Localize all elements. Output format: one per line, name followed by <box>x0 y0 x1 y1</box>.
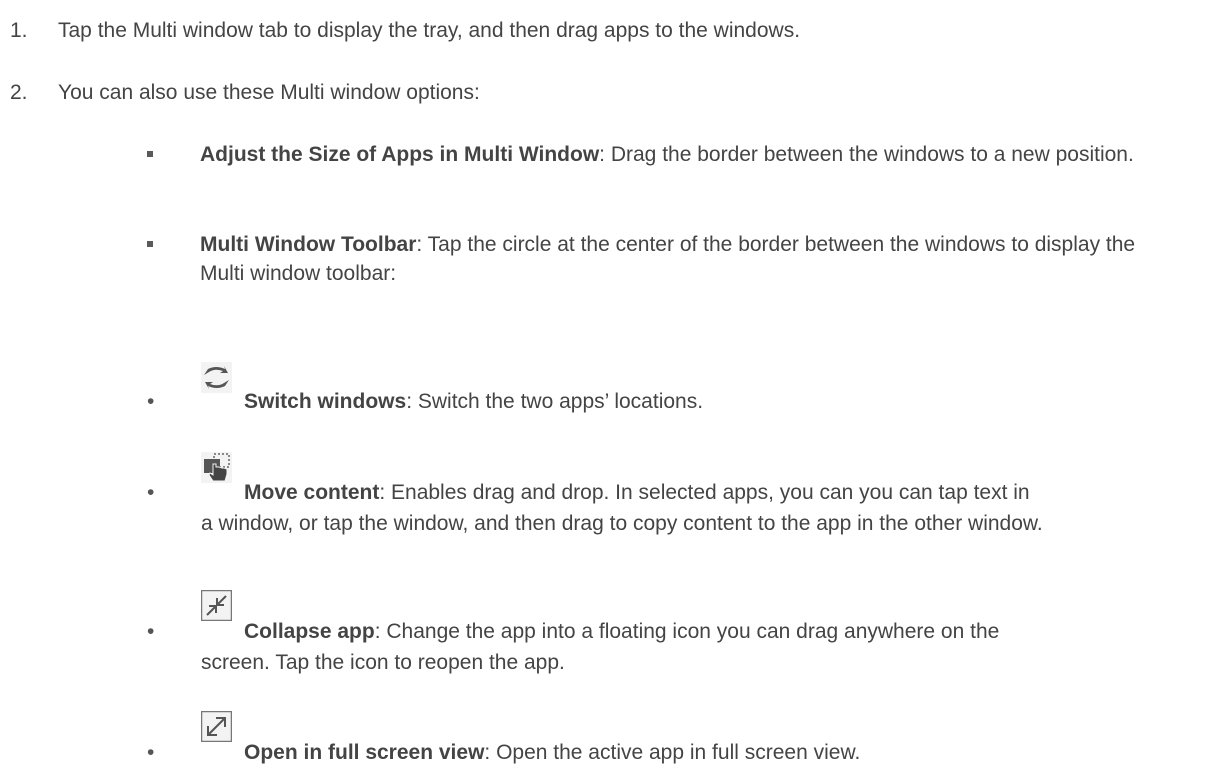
item-desc-continued: screen. Tap the icon to reopen the app. <box>201 651 565 674</box>
step-text: You can also use these Multi window opti… <box>58 81 480 104</box>
item-text: Switch windows: Switch the two apps’ loc… <box>244 387 1179 416</box>
item-text: Collapse app: Change the app into a floa… <box>244 617 1179 646</box>
item-desc: : Switch the two apps’ locations. <box>406 390 704 413</box>
item-title: Switch windows <box>244 390 407 413</box>
item-desc-continued: a window, or tap the window, and then dr… <box>201 512 1043 535</box>
item-text: Move content: Enables drag and drop. In … <box>244 478 1179 507</box>
move-content-icon <box>201 452 232 483</box>
option-title: Multi Window Toolbar <box>200 233 417 256</box>
item-desc: : Enables drag and drop. In selected app… <box>379 481 1030 504</box>
full-screen-icon <box>201 711 232 742</box>
step-text: Tap the Multi window tab to display the … <box>58 19 801 42</box>
bullet-dot: • <box>147 741 155 764</box>
collapse-app-icon <box>201 590 232 621</box>
bullet-dot: • <box>147 620 155 643</box>
bullet-dot: • <box>147 390 155 413</box>
item-desc: : Open the active app in full screen vie… <box>484 741 861 764</box>
document-page: 1. Tap the Multi window tab to display t… <box>0 0 1210 784</box>
step-number: 1. <box>10 19 28 42</box>
switch-windows-icon <box>201 362 232 393</box>
square-bullet-icon <box>147 241 153 247</box>
option-desc: : Drag the border between the windows to… <box>599 143 1134 166</box>
bullet-dot: • <box>147 481 155 504</box>
step-number: 2. <box>10 81 28 104</box>
item-title: Collapse app <box>244 620 375 643</box>
item-desc: : Change the app into a floating icon yo… <box>374 620 1000 643</box>
option-text: Multi Window Toolbar: Tap the circle at … <box>200 230 1160 289</box>
item-title: Open in full screen view <box>244 741 485 764</box>
option-title: Adjust the Size of Apps in Multi Window <box>200 143 600 166</box>
item-text: Open in full screen view: Open the activ… <box>244 738 1179 767</box>
option-text: Adjust the Size of Apps in Multi Window:… <box>200 140 1160 169</box>
item-title: Move content <box>244 481 380 504</box>
square-bullet-icon <box>147 151 153 157</box>
